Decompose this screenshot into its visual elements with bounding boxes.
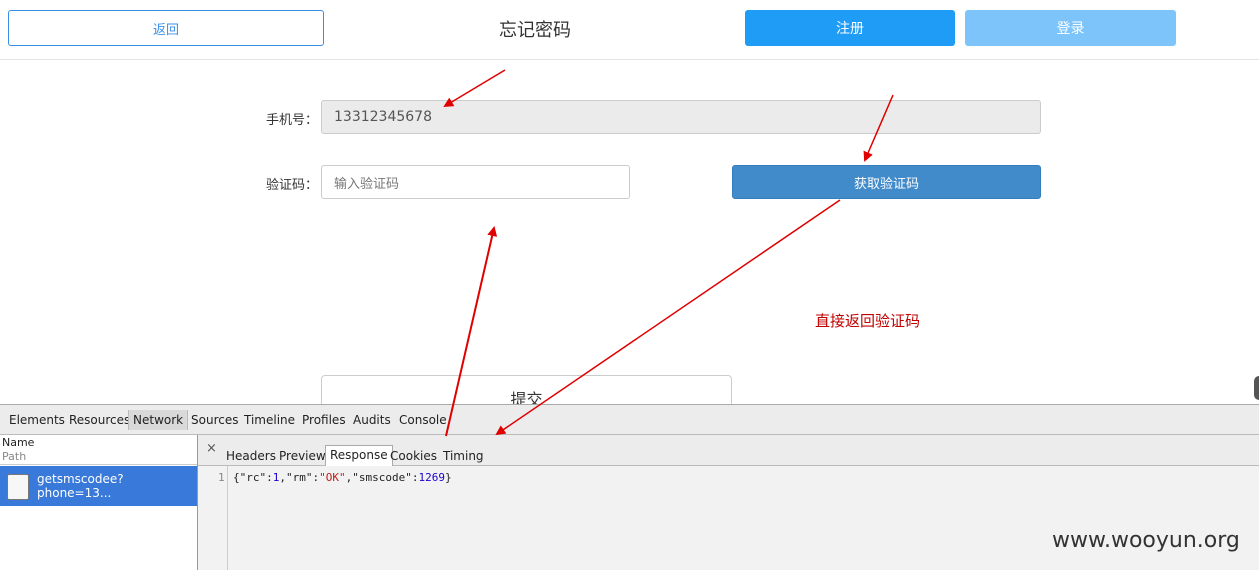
request-row[interactable]: getsmscodee?phone=13... — [0, 466, 197, 506]
devtools-tab-sources[interactable]: Sources — [191, 411, 238, 429]
login-button[interactable]: 登录 — [965, 10, 1176, 46]
request-list: Name Path getsmscodee?phone=13... — [0, 435, 198, 570]
request-name: getsmscodee?phone=13... — [37, 472, 124, 500]
devtools-tab-audits[interactable]: Audits — [353, 411, 391, 429]
line-number: 1 — [218, 471, 225, 484]
close-icon[interactable]: × — [206, 441, 217, 456]
devtools-tab-console[interactable]: Console — [399, 411, 447, 429]
back-button[interactable]: 返回 — [8, 10, 324, 46]
json-brace-open: { — [233, 471, 240, 484]
json-key-smscode: "smscode" — [352, 471, 412, 484]
detail-tab-response[interactable]: Response — [325, 445, 393, 466]
screenshot: 返回 忘记密码 注册 登录 手机号： 13312345678 验证码： 输入验证… — [0, 0, 1259, 570]
get-code-button[interactable]: 获取验证码 — [732, 165, 1041, 199]
detail-tab-timing[interactable]: Timing — [443, 449, 484, 463]
request-list-header: Name Path — [0, 435, 197, 465]
json-value-smscode: 1269 — [418, 471, 445, 484]
json-key-rc: "rc" — [239, 471, 267, 484]
code-label: 验证码： — [265, 178, 318, 193]
devtools-tab-network[interactable]: Network — [128, 410, 189, 430]
detail-tab-cookies[interactable]: Cookies — [390, 449, 437, 463]
document-icon — [7, 474, 29, 500]
devtools-toolbar: Elements Resources Network Sources Timel… — [0, 405, 1259, 435]
devtools-tab-timeline[interactable]: Timeline — [244, 411, 295, 429]
phone-label: 手机号： — [265, 113, 318, 128]
column-path: Path — [2, 450, 27, 463]
detail-tab-headers[interactable]: Headers — [226, 449, 276, 463]
json-value-rm: "OK" — [319, 471, 346, 484]
verification-code-input[interactable]: 输入验证码 — [321, 165, 630, 199]
watermark: www.wooyun.org — [1052, 528, 1240, 553]
response-body: {"rc":1,"rm":"OK","smscode":1269} — [233, 471, 452, 484]
scrollbar-handle[interactable] — [1254, 376, 1259, 400]
top-bar: 返回 忘记密码 注册 登录 — [0, 0, 1259, 60]
devtools-tab-resources[interactable]: Resources — [69, 411, 130, 429]
devtools-tab-elements[interactable]: Elements — [9, 411, 65, 429]
json-value-rc: 1 — [272, 471, 280, 484]
json-brace-close: } — [444, 471, 452, 484]
detail-tabs: × Headers Preview Response Cookies Timin… — [198, 435, 1259, 466]
devtools-tab-profiles[interactable]: Profiles — [302, 411, 346, 429]
column-name[interactable]: Name — [2, 436, 34, 449]
register-button[interactable]: 注册 — [745, 10, 955, 46]
page-title: 忘记密码 — [499, 20, 571, 41]
json-key-rm: "rm" — [286, 471, 313, 484]
phone-field[interactable]: 13312345678 — [321, 100, 1041, 134]
detail-tab-preview[interactable]: Preview — [279, 449, 326, 463]
annotation-text: 直接返回验证码 — [815, 312, 921, 330]
